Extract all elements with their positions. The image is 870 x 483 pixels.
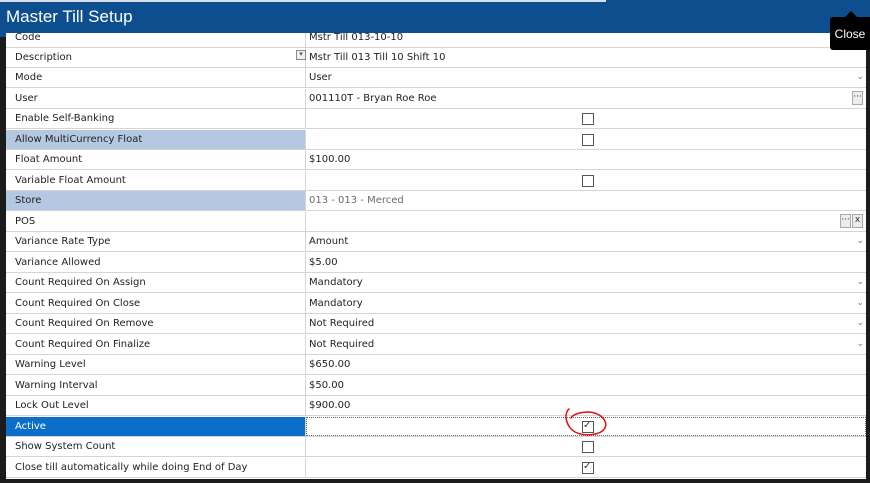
chevron-down-icon[interactable]: ⌄ [856,335,864,354]
variance-allowed-value[interactable]: $5.00 [306,253,866,272]
row-count-required-on-remove: Count Required On Remove Not Required ⌄ [6,314,866,334]
close-till-auto-label: Close till automatically while doing End… [6,458,306,477]
close-till-auto-cell: ✓ [306,458,866,477]
row-store: Store 013 - 013 - Merced [6,191,866,211]
active-checkbox[interactable]: ✓ [582,420,594,433]
float-amount-value[interactable]: $100.00 [306,150,866,169]
title-bar: Master Till Setup [0,0,870,37]
count-required-on-finalize-label: Count Required On Finalize [6,335,306,354]
property-grid: Code Mstr Till 013-10-10 Description ▾ M… [6,33,866,479]
user-field[interactable]: 001110T - Bryan Roe Roe ··· [306,89,866,108]
allow-multicurrency-float-label: Allow MultiCurrency Float [6,130,306,149]
checkmark-icon: ✓ [583,461,592,472]
enable-self-banking-checkbox[interactable] [582,113,594,125]
checkmark-icon: ✓ [583,420,592,431]
close-button[interactable]: Close [830,11,870,50]
chevron-down-icon[interactable]: ⌄ [856,294,864,313]
row-warning-interval: Warning Interval $50.00 [6,376,866,396]
title-bar-edge [0,0,606,2]
count-required-on-remove-value: Not Required [309,318,375,329]
lock-out-level-value[interactable]: $900.00 [306,396,866,415]
count-required-on-close-select[interactable]: Mandatory ⌄ [306,294,866,313]
count-required-on-finalize-value: Not Required [309,339,375,350]
variance-rate-type-select[interactable]: Amount ⌄ [306,232,866,251]
user-label: User [6,89,306,108]
row-show-system-count: Show System Count [6,437,866,457]
allow-multicurrency-float-checkbox[interactable] [582,134,594,146]
lock-out-level-label: Lock Out Level [6,396,306,415]
chevron-down-icon[interactable]: ⌄ [856,273,864,292]
close-till-auto-checkbox[interactable]: ✓ [582,461,594,474]
pos-label: POS [6,212,306,231]
variable-float-amount-cell [306,171,866,190]
row-pos: POS ··· x [6,212,866,232]
row-variance-rate-type: Variance Rate Type Amount ⌄ [6,232,866,252]
row-variable-float-amount: Variable Float Amount [6,171,866,191]
count-required-on-assign-label: Count Required On Assign [6,273,306,292]
count-required-on-close-label: Count Required On Close [6,294,306,313]
row-close-till-auto: Close till automatically while doing End… [6,458,866,478]
chevron-down-icon[interactable]: ⌄ [856,232,864,251]
show-system-count-cell [306,437,866,456]
code-label: Code [6,33,306,47]
pos-field[interactable]: ··· x [306,212,866,231]
row-description: Description ▾ Mstr Till 013 Till 10 Shif… [6,48,866,68]
show-system-count-label: Show System Count [6,437,306,456]
row-mode: Mode User ⌄ [6,68,866,88]
variance-rate-type-label: Variance Rate Type [6,232,306,251]
row-variance-allowed: Variance Allowed $5.00 [6,253,866,273]
count-required-on-remove-select[interactable]: Not Required ⌄ [306,314,866,333]
chevron-down-icon[interactable]: ⌄ [856,68,864,87]
enable-self-banking-label: Enable Self-Banking [6,109,306,128]
description-value[interactable]: Mstr Till 013 Till 10 Shift 10 [306,48,866,67]
variance-allowed-label: Variance Allowed [6,253,306,272]
row-float-amount: Float Amount $100.00 [6,150,866,170]
count-required-on-finalize-select[interactable]: Not Required ⌄ [306,335,866,354]
count-required-on-close-value: Mandatory [309,298,363,309]
window-title: Master Till Setup [6,7,133,26]
warning-interval-label: Warning Interval [6,376,306,395]
warning-level-label: Warning Level [6,355,306,374]
enable-self-banking-cell [306,109,866,128]
mode-label: Mode [6,68,306,87]
ellipsis-icon[interactable]: ··· [840,214,851,228]
row-enable-self-banking: Enable Self-Banking [6,109,866,129]
active-label: Active [6,417,306,436]
variance-rate-type-value: Amount [309,236,349,247]
code-value[interactable]: Mstr Till 013-10-10 [306,33,866,47]
count-required-on-remove-label: Count Required On Remove [6,314,306,333]
store-value: 013 - 013 - Merced [309,195,404,206]
mode-value: User [309,72,332,83]
x-icon[interactable]: x [852,214,863,228]
row-lock-out-level: Lock Out Level $900.00 [6,396,866,416]
variable-float-amount-checkbox[interactable] [582,175,594,187]
row-code: Code Mstr Till 013-10-10 [6,33,866,48]
show-system-count-checkbox[interactable] [582,441,594,453]
row-warning-level: Warning Level $650.00 [6,355,866,375]
chevron-down-icon[interactable]: ⌄ [856,314,864,333]
active-cell: ✓ [306,417,866,436]
description-label: Description [6,48,306,67]
row-count-required-on-close: Count Required On Close Mandatory ⌄ [6,294,866,314]
count-required-on-assign-select[interactable]: Mandatory ⌄ [306,273,866,292]
allow-multicurrency-float-cell [306,130,866,149]
row-count-required-on-finalize: Count Required On Finalize Not Required … [6,335,866,355]
row-allow-multicurrency-float: Allow MultiCurrency Float [6,130,866,150]
row-count-required-on-assign: Count Required On Assign Mandatory ⌄ [6,273,866,293]
row-user: User 001110T - Bryan Roe Roe ··· [6,89,866,109]
mode-select[interactable]: User ⌄ [306,68,866,87]
float-amount-label: Float Amount [6,150,306,169]
edit-icon[interactable]: ▾ [296,50,306,60]
row-active: Active ✓ [6,417,866,437]
store-label: Store [6,191,306,210]
count-required-on-assign-value: Mandatory [309,277,363,288]
warning-interval-value[interactable]: $50.00 [306,376,866,395]
ellipsis-icon[interactable]: ··· [852,91,863,105]
user-value: 001110T - Bryan Roe Roe [309,93,437,104]
warning-level-value[interactable]: $650.00 [306,355,866,374]
variable-float-amount-label: Variable Float Amount [6,171,306,190]
